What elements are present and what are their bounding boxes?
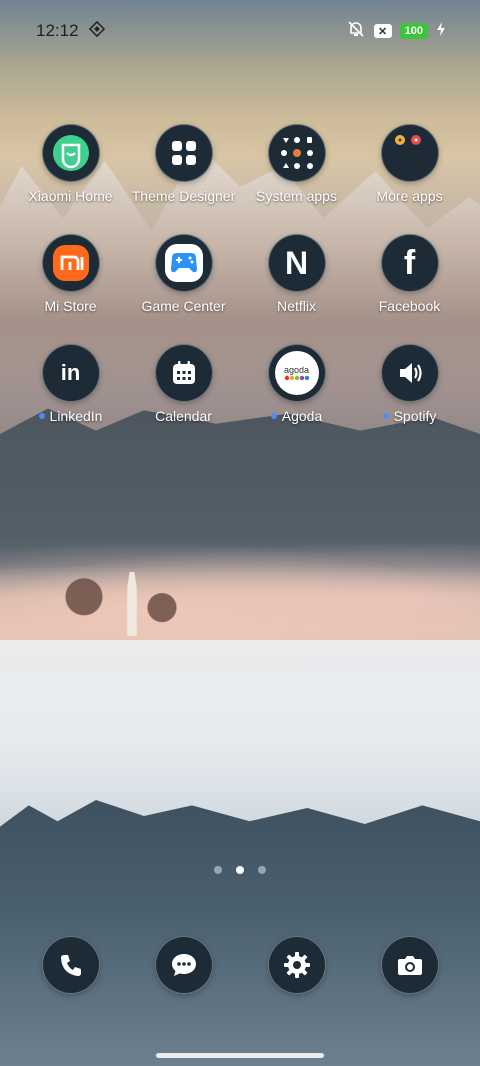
app-xiaomi-home[interactable]: Xiaomi Home xyxy=(14,124,127,204)
app-theme-designer[interactable]: Theme Designer xyxy=(127,124,240,204)
app-label: Facebook xyxy=(378,298,441,314)
app-label: System apps xyxy=(256,188,337,204)
network-diamond-icon xyxy=(88,20,105,42)
camera-icon[interactable] xyxy=(380,936,439,994)
calendar-icon[interactable] xyxy=(154,344,213,402)
app-label: Netflix xyxy=(277,298,316,314)
page-dot[interactable] xyxy=(258,866,266,874)
dock-phone[interactable] xyxy=(14,936,127,994)
page-dot-active[interactable] xyxy=(236,866,244,874)
wallpaper-forest-foreground xyxy=(0,800,480,1066)
status-bar: 12:12 ✕ 100 xyxy=(0,0,480,62)
app-facebook[interactable]: f Facebook xyxy=(353,234,466,314)
linkedin-icon[interactable]: in xyxy=(41,344,100,402)
messages-icon[interactable] xyxy=(154,936,213,994)
facebook-glyph: f xyxy=(403,243,416,282)
folder-more-apps-icon[interactable] xyxy=(380,124,439,182)
app-label: Game Center xyxy=(141,298,226,314)
settings-icon[interactable] xyxy=(267,936,326,994)
app-game-center[interactable]: Game Center xyxy=(127,234,240,314)
app-calendar[interactable]: Calendar xyxy=(127,344,240,424)
status-time: 12:12 xyxy=(36,21,79,40)
theme-designer-icon[interactable] xyxy=(154,124,213,182)
app-spotify[interactable]: Spotify xyxy=(353,344,466,424)
app-mi-store[interactable]: Mi Store xyxy=(14,234,127,314)
spotify-icon[interactable] xyxy=(380,344,439,402)
app-linkedin[interactable]: in LinkedIn xyxy=(14,344,127,424)
silent-bell-icon xyxy=(346,20,366,43)
app-label: Mi Store xyxy=(44,298,97,314)
dock-messages[interactable] xyxy=(127,936,240,994)
app-netflix[interactable]: N Netflix xyxy=(240,234,353,314)
folder-system-apps[interactable]: System apps xyxy=(240,124,353,204)
folder-more-apps[interactable]: More apps xyxy=(353,124,466,204)
page-dot[interactable] xyxy=(214,866,222,874)
agoda-glyph: agoda xyxy=(283,365,310,375)
phone-icon[interactable] xyxy=(41,936,100,994)
dock xyxy=(14,936,466,994)
xiaomi-home-icon[interactable] xyxy=(41,124,100,182)
app-label: Agoda xyxy=(270,408,322,424)
linkedin-glyph: in xyxy=(60,360,81,385)
app-label: Xiaomi Home xyxy=(28,188,113,204)
battery-indicator: 100 xyxy=(399,23,428,39)
app-label: Spotify xyxy=(382,408,436,424)
facebook-icon[interactable]: f xyxy=(380,234,439,292)
new-app-dot xyxy=(270,413,277,419)
dock-settings[interactable] xyxy=(240,936,353,994)
new-app-dot xyxy=(38,413,45,419)
home-gesture-bar[interactable] xyxy=(156,1053,324,1058)
charging-bolt-icon xyxy=(436,21,446,41)
no-sim-icon: ✕ xyxy=(373,24,392,38)
dock-camera[interactable] xyxy=(353,936,466,994)
folder-system-apps-icon[interactable] xyxy=(267,124,326,182)
game-center-icon[interactable] xyxy=(154,234,213,292)
agoda-icon[interactable]: agoda xyxy=(267,344,326,402)
netflix-glyph: N xyxy=(284,244,309,281)
page-indicator xyxy=(0,866,480,874)
wallpaper-trees xyxy=(60,568,180,640)
app-label: Theme Designer xyxy=(131,188,236,204)
app-agoda[interactable]: agoda Agoda xyxy=(240,344,353,424)
app-label: More apps xyxy=(376,188,443,204)
app-label: Calendar xyxy=(155,408,212,424)
netflix-icon[interactable]: N xyxy=(267,234,326,292)
new-app-dot xyxy=(382,413,389,419)
app-grid: Xiaomi Home Theme Designer System apps M… xyxy=(14,124,466,424)
app-label: LinkedIn xyxy=(38,408,102,424)
mi-store-icon[interactable] xyxy=(41,234,100,292)
